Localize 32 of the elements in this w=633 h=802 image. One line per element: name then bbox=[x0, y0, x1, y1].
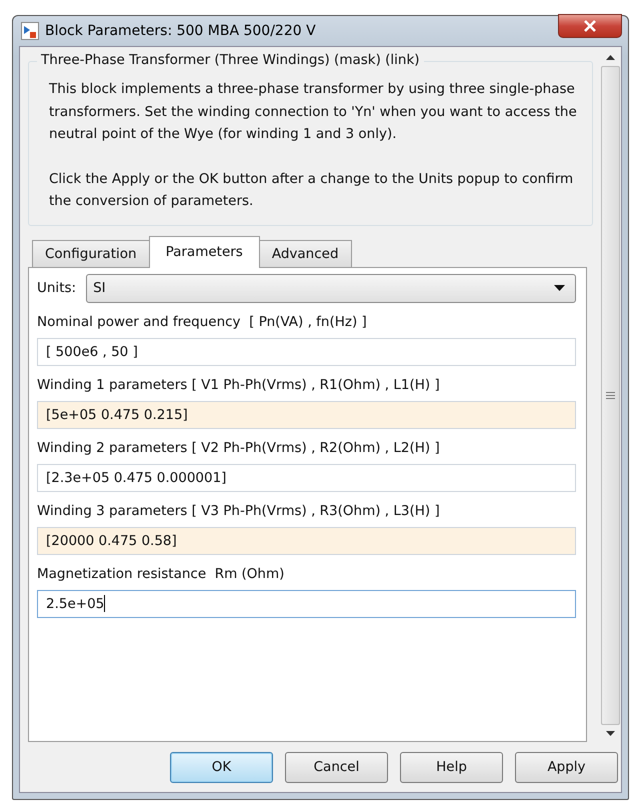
window-title: Block Parameters: 500 MBA 500/220 V bbox=[45, 23, 317, 39]
input-field[interactable]: [ 500e6 , 50 ] bbox=[37, 338, 576, 366]
field-label: Winding 2 parameters [ V2 Ph-Ph(Vrms) , R2(Ohm) , L2(H) ] bbox=[37, 440, 441, 456]
tab[interactable]: Advanced bbox=[258, 240, 352, 266]
close-button[interactable] bbox=[558, 14, 622, 38]
description-text: Click the Apply or the OK button after a change to the Units popup to confirm the conversion of parameters. bbox=[49, 170, 574, 211]
input-field[interactable]: [5e+05 0.475 0.215] bbox=[37, 400, 576, 428]
dialog-button[interactable]: OK bbox=[170, 752, 273, 782]
dropdown-arrow-icon bbox=[554, 285, 565, 291]
input-field[interactable]: 2.5e+05 bbox=[37, 590, 576, 618]
dialog-button[interactable]: Apply bbox=[515, 752, 618, 782]
text-cursor bbox=[104, 595, 106, 612]
dialog-button[interactable]: Help bbox=[400, 752, 503, 782]
field-label: Winding 1 parameters [ V1 Ph-Ph(Vrms) , R1(Ohm) , L1(H) ] bbox=[37, 376, 441, 392]
close-icon bbox=[583, 20, 597, 32]
description-text: This block implements a three-phase transformer by using three single-phase transformers. Set the winding connection to 'Yn' when you want to access the neutral point of the Wye (for winding 1 and 3 only). bbox=[49, 80, 578, 144]
field-label: Magnetization resistance Rm (Ohm) bbox=[37, 566, 286, 582]
input-field[interactable]: [20000 0.475 0.58] bbox=[37, 526, 576, 554]
field-label: Nominal power and frequency [ Pn(VA) , fn(Hz) ] bbox=[37, 314, 368, 330]
tab[interactable]: Configuration bbox=[32, 240, 150, 266]
scroll-thumb[interactable] bbox=[600, 66, 620, 725]
scroll-up-icon[interactable] bbox=[606, 55, 614, 60]
tab[interactable]: Parameters bbox=[148, 236, 260, 268]
scroll-down-icon[interactable] bbox=[606, 731, 614, 736]
grip-icon bbox=[606, 392, 614, 399]
group-title: Three-Phase Transformer (Three Windings) (mask) (link) bbox=[37, 52, 424, 68]
units-label: Units: bbox=[37, 280, 76, 296]
input-field[interactable]: [2.3e+05 0.475 0.000001] bbox=[37, 464, 576, 492]
units-dropdown[interactable]: SI bbox=[86, 274, 576, 302]
field-label: Winding 3 parameters [ V3 Ph-Ph(Vrms) , R3(Ohm) , L3(H) ] bbox=[37, 502, 441, 518]
block-icon bbox=[21, 22, 39, 40]
dialog-button[interactable]: Cancel bbox=[285, 752, 388, 782]
